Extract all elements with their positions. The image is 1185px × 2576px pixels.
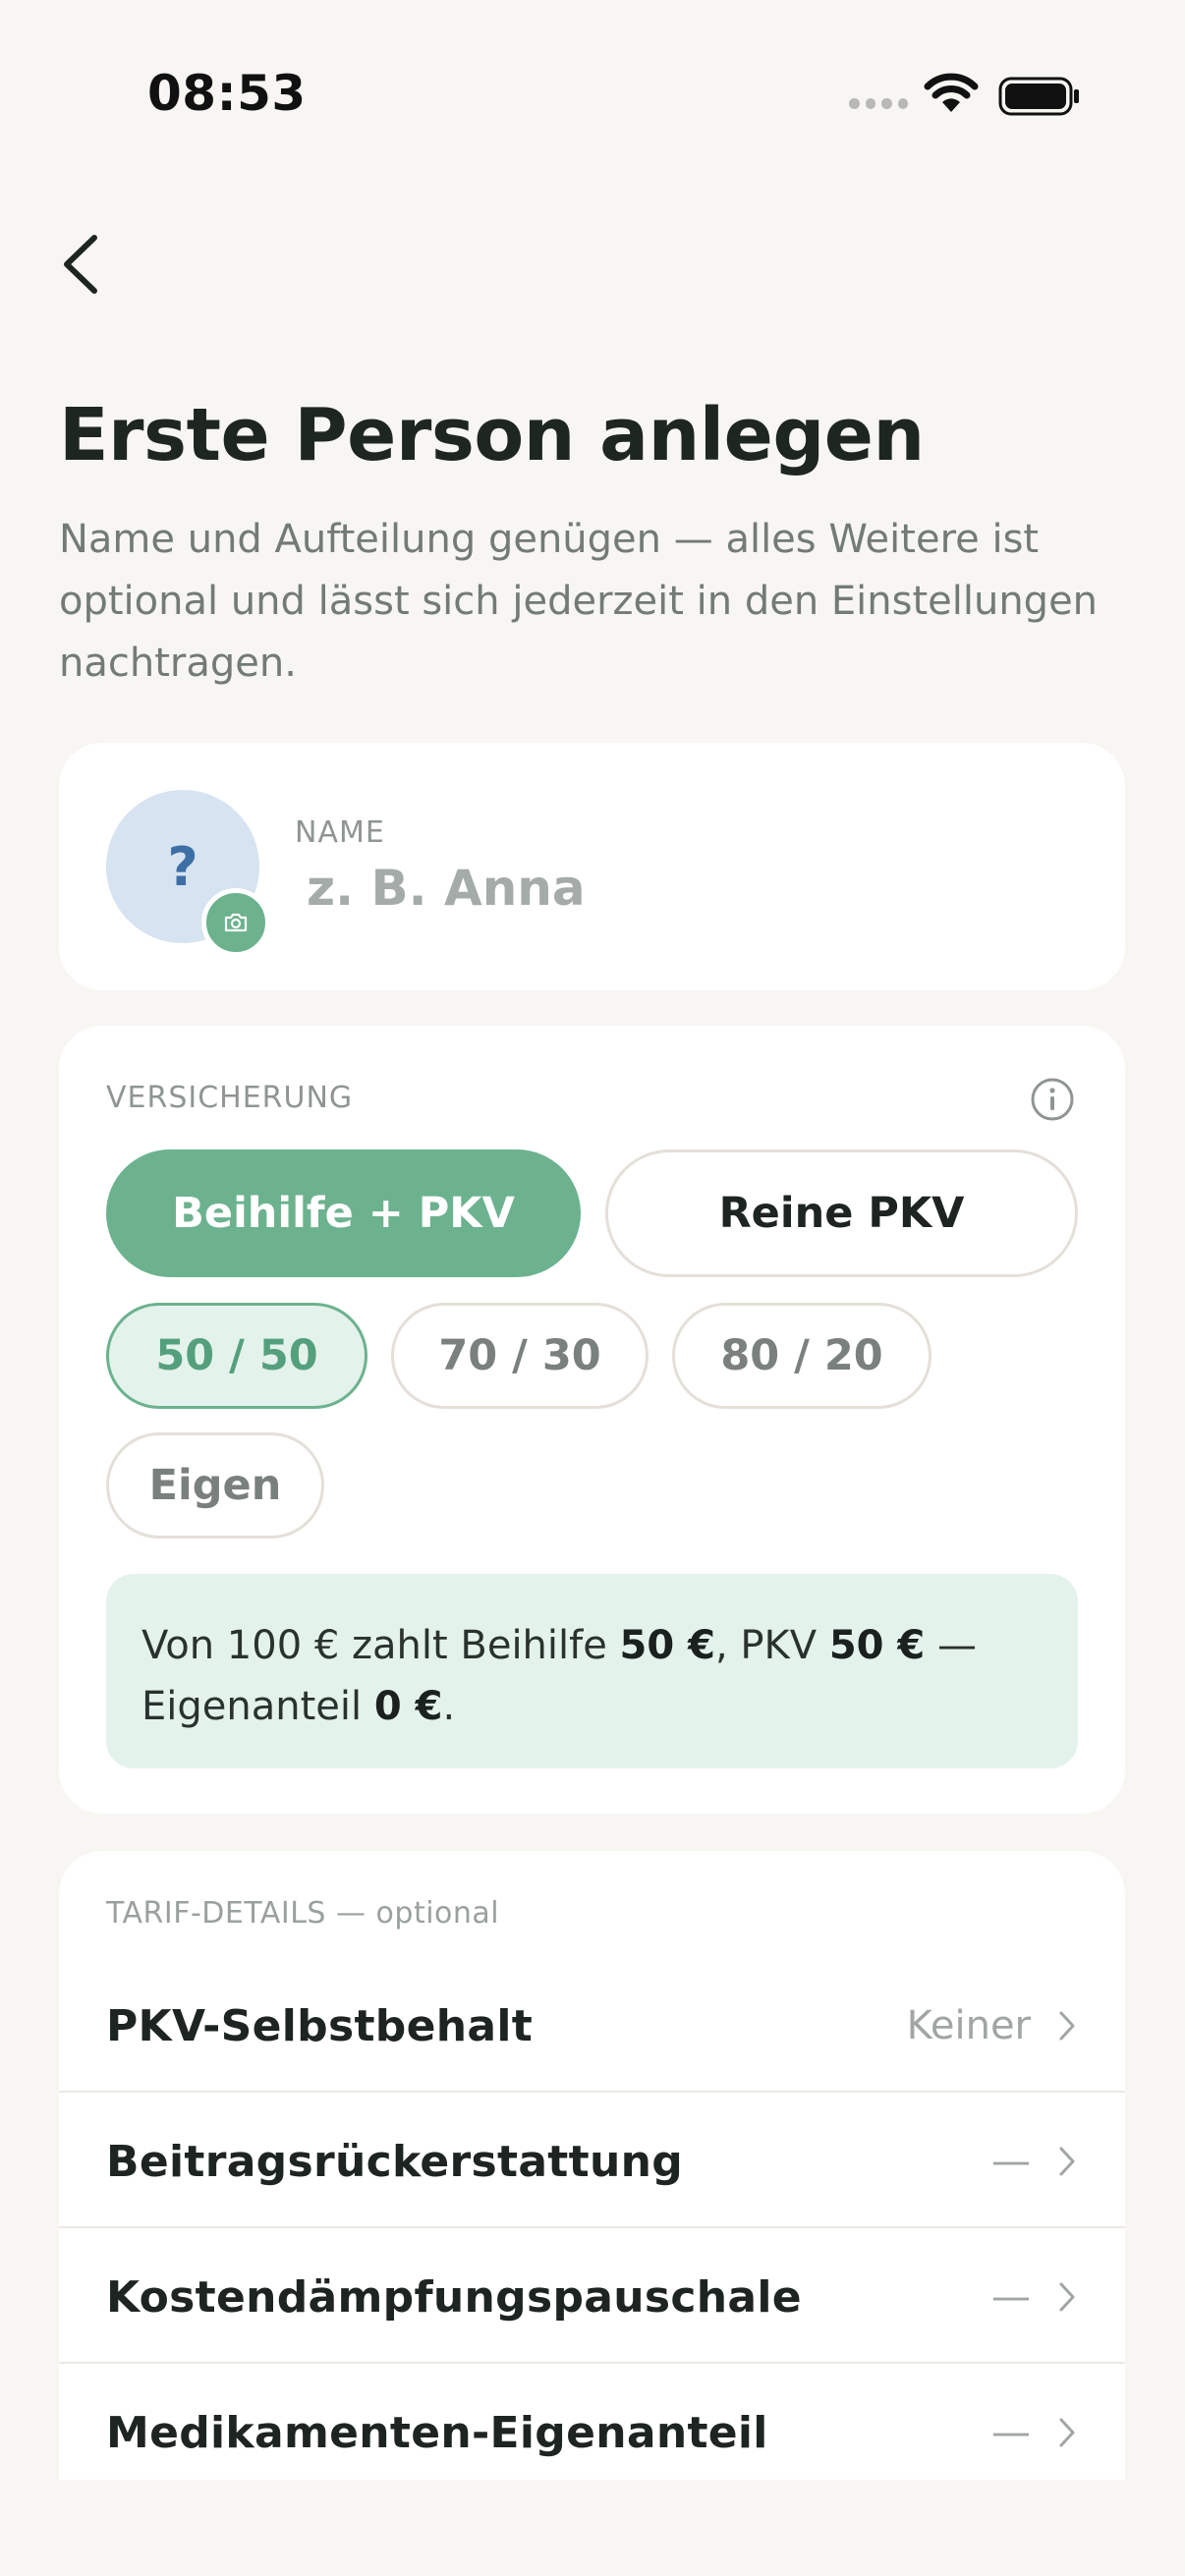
tarif-row-beitragsrueckerstattung[interactable]: Beitragsrückerstattung — bbox=[59, 2095, 1125, 2228]
chevron-right-icon bbox=[1059, 2418, 1075, 2447]
summary-text-1: Von 100 € zahlt Beihilfe bbox=[141, 1623, 620, 1668]
split-chip-70-30[interactable]: 70 / 30 bbox=[391, 1303, 649, 1409]
tarif-row-value: Keiner bbox=[906, 2003, 1031, 2048]
tarif-row-label: Medikamenten-Eigenanteil bbox=[106, 2407, 768, 2458]
split-chip-50-50[interactable]: 50 / 50 bbox=[106, 1303, 367, 1409]
tarif-row-selbstbehalt[interactable]: PKV-Selbstbehalt Keiner bbox=[59, 1959, 1125, 2093]
summary-text-4: . bbox=[442, 1684, 456, 1729]
status-time: 08:53 bbox=[147, 65, 307, 122]
camera-button[interactable] bbox=[201, 888, 270, 957]
tarif-row-label: PKV-Selbstbehalt bbox=[106, 2000, 534, 2051]
tarif-details-card: TARIF-DETAILS — optional PKV-Selbstbehal… bbox=[59, 1851, 1125, 2480]
name-field-label: NAME bbox=[295, 815, 385, 850]
tarif-section-label: TARIF-DETAILS — optional bbox=[106, 1896, 500, 1931]
split-summary: Von 100 € zahlt Beihilfe 50 €, PKV 50 € … bbox=[106, 1574, 1078, 1768]
summary-pkv-amount: 50 € bbox=[828, 1623, 926, 1668]
wifi-icon bbox=[924, 73, 979, 112]
tarif-row-kostendaempfungspauschale[interactable]: Kostendämpfungspauschale — bbox=[59, 2230, 1125, 2364]
insurance-type-reine-pkv[interactable]: Reine PKV bbox=[605, 1149, 1078, 1277]
name-input[interactable] bbox=[295, 851, 1053, 925]
summary-eigenanteil-amount: 0 € bbox=[373, 1684, 443, 1729]
battery-icon bbox=[998, 77, 1079, 116]
chevron-right-icon bbox=[1059, 2282, 1075, 2312]
camera-icon bbox=[224, 913, 248, 932]
insurance-type-beihilfe-pkv[interactable]: Beihilfe + PKV bbox=[106, 1149, 581, 1277]
tarif-row-value: — bbox=[991, 2274, 1031, 2320]
split-chip-80-20[interactable]: 80 / 20 bbox=[672, 1303, 931, 1409]
insurance-section-label: VERSICHERUNG bbox=[106, 1081, 354, 1115]
back-chevron-icon[interactable] bbox=[55, 230, 110, 299]
chevron-right-icon bbox=[1059, 2011, 1075, 2041]
page-subtitle: Name und Aufteilung genügen — alles Weit… bbox=[59, 517, 1099, 686]
chevron-right-icon bbox=[1059, 2147, 1075, 2176]
summary-beihilfe-amount: 50 € bbox=[619, 1623, 715, 1668]
insurance-card: VERSICHERUNG Beihilfe + PKV Reine PKV 50… bbox=[59, 1026, 1125, 1814]
tarif-row-medikamenten-eigenanteil[interactable]: Medikamenten-Eigenanteil — bbox=[59, 2366, 1125, 2480]
tarif-row-label: Beitragsrückerstattung bbox=[106, 2136, 684, 2187]
tarif-row-label: Kostendämpfungspauschale bbox=[106, 2271, 802, 2323]
tarif-row-value: — bbox=[991, 2139, 1031, 2184]
name-card: ? NAME bbox=[59, 743, 1125, 990]
cellular-signal-icon bbox=[849, 98, 908, 112]
summary-text-2: , PKV bbox=[714, 1623, 829, 1668]
split-chip-custom[interactable]: Eigen bbox=[106, 1432, 324, 1539]
page-title: Erste Person anlegen bbox=[59, 393, 925, 477]
tarif-row-value: — bbox=[991, 2410, 1031, 2455]
avatar-question-mark: ? bbox=[167, 835, 198, 898]
info-icon[interactable] bbox=[1030, 1077, 1075, 1122]
